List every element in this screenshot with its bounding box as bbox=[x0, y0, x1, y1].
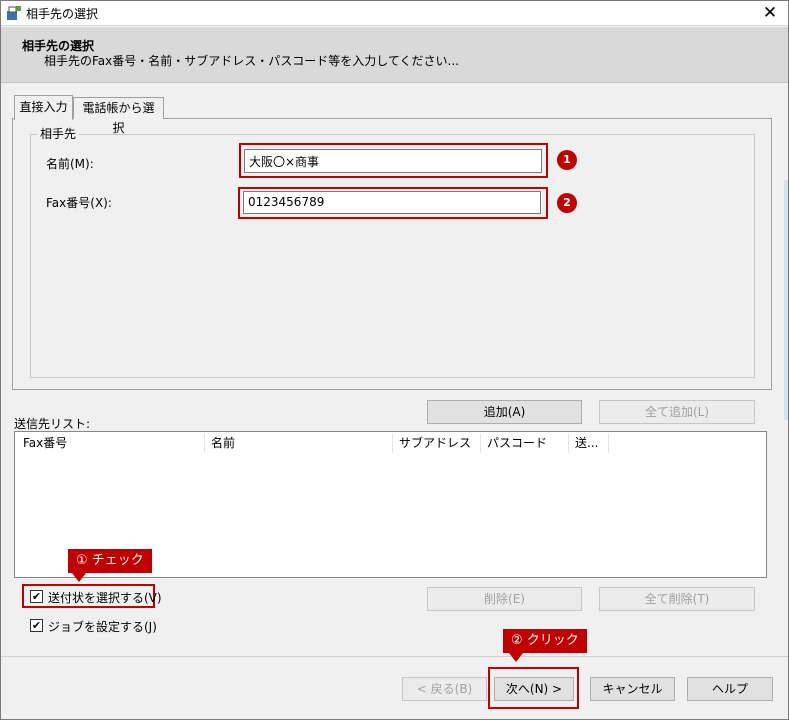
column-subaddress[interactable]: サブアドレス bbox=[393, 434, 481, 453]
step-badge-2: 2 bbox=[557, 193, 577, 213]
cover-sheet-checkbox[interactable]: ✔ bbox=[30, 590, 43, 603]
step-badge-1: 1 bbox=[557, 150, 577, 170]
send-list-label: 送信先リスト: bbox=[14, 417, 91, 431]
help-button[interactable]: ヘルプ bbox=[687, 677, 773, 701]
window-title: 相手先の選択 bbox=[26, 7, 99, 21]
job-settings-label[interactable]: ジョブを設定する(J) bbox=[48, 618, 157, 635]
job-settings-checkbox[interactable]: ✔ bbox=[30, 619, 43, 632]
callout-click: ② クリック bbox=[503, 629, 587, 653]
column-fax-number[interactable]: Fax番号 bbox=[17, 434, 205, 453]
name-label: 名前(M): bbox=[46, 157, 94, 171]
cover-sheet-label[interactable]: 送付状を選択する(V) bbox=[48, 589, 162, 606]
column-send[interactable]: 送... bbox=[569, 434, 609, 453]
fax-app-icon bbox=[7, 6, 21, 20]
add-button[interactable]: 追加(A) bbox=[427, 400, 582, 424]
header-subtitle: 相手先のFax番号・名前・サブアドレス・パスコード等を入力してください... bbox=[44, 54, 459, 68]
title-bar bbox=[0, 0, 789, 26]
recipient-group-legend: 相手先 bbox=[37, 125, 80, 142]
callout-check-arrow bbox=[72, 573, 86, 582]
back-button[interactable]: < 戻る(B) bbox=[402, 677, 487, 701]
tab-phonebook[interactable]: 電話帳から選択 bbox=[73, 97, 164, 135]
callout-check: ① チェック bbox=[68, 549, 152, 573]
cancel-button[interactable]: キャンセル bbox=[590, 677, 675, 701]
fax-number-field[interactable]: 0123456789 bbox=[243, 191, 541, 214]
delete-all-button[interactable]: 全て削除(T) bbox=[599, 587, 755, 611]
fax-label: Fax番号(X): bbox=[46, 196, 112, 210]
callout-click-arrow bbox=[509, 653, 523, 662]
next-button[interactable]: 次へ(N) > bbox=[494, 677, 574, 701]
delete-button[interactable]: 削除(E) bbox=[427, 587, 582, 611]
column-passcode[interactable]: パスコード bbox=[481, 434, 569, 453]
close-icon[interactable]: ✕ bbox=[760, 3, 780, 23]
footer-divider bbox=[0, 656, 789, 657]
column-name[interactable]: 名前 bbox=[205, 434, 393, 453]
add-all-button[interactable]: 全て追加(L) bbox=[599, 400, 755, 424]
tab-direct-input[interactable]: 直接入力 bbox=[14, 95, 73, 120]
window-edge-highlight bbox=[784, 180, 788, 420]
name-field[interactable]: 大阪〇×商事 bbox=[244, 149, 542, 173]
